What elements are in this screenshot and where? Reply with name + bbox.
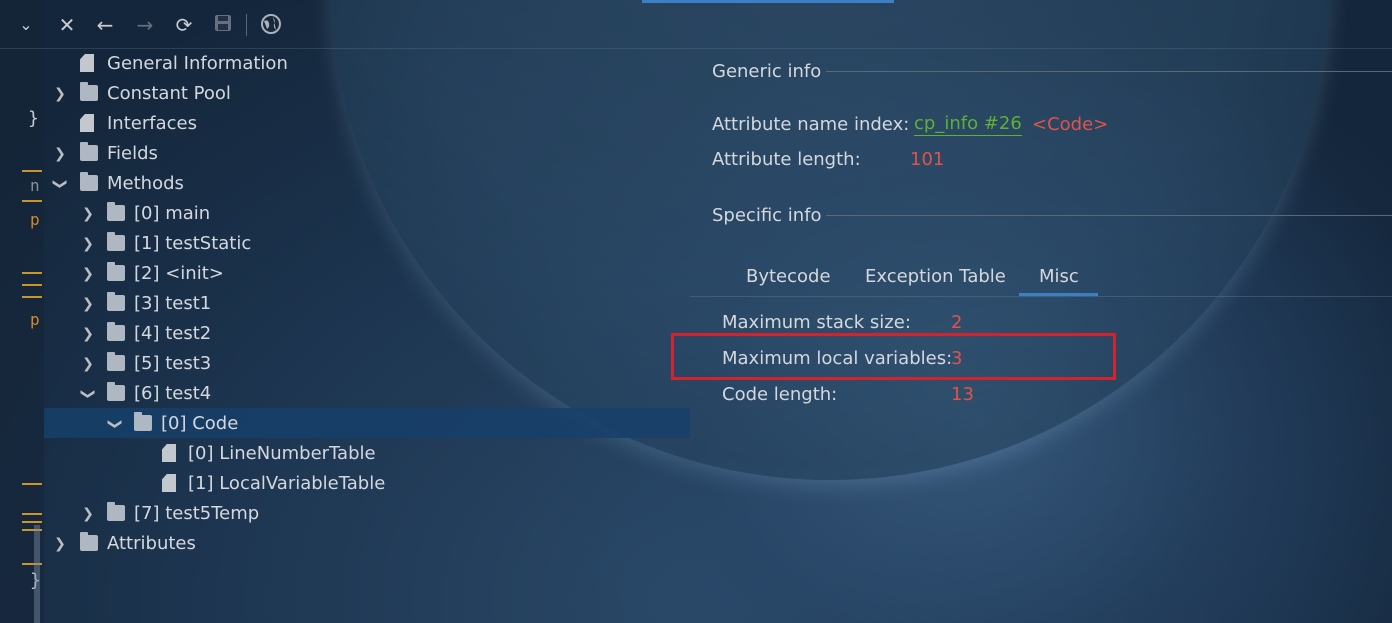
file-icon	[162, 474, 176, 492]
chevron-right-icon[interactable]: ❯	[80, 319, 96, 349]
gutter-marker	[22, 200, 42, 202]
gutter-letter: n	[30, 176, 40, 195]
gutter-marker	[22, 272, 42, 274]
code-length-label: Code length:	[722, 384, 838, 405]
tree-item-label: [4] test2	[134, 323, 212, 344]
class-structure-tree: General Information ❯ Constant Pool Inte…	[44, 48, 690, 623]
tabs-border	[690, 296, 1392, 297]
tree-item-label: Interfaces	[107, 113, 197, 134]
chevron-right-icon[interactable]: ❯	[80, 349, 96, 379]
generic-info-title: Generic info	[712, 61, 822, 82]
gutter-scrollbar[interactable]	[34, 525, 40, 623]
refresh-icon[interactable]: ⟳	[172, 13, 196, 37]
folder-icon	[107, 502, 125, 521]
chevron-right-icon[interactable]: ❯	[52, 79, 68, 109]
tree-item-label: [2] <init>	[134, 263, 224, 284]
folder-icon	[107, 232, 125, 251]
gutter-marker	[22, 521, 42, 523]
chevron-right-icon[interactable]: ❯	[80, 259, 96, 289]
attr-name-index-label: Attribute name index:	[712, 114, 910, 135]
tab-misc[interactable]: Misc	[1039, 266, 1079, 287]
brace-mark: }	[28, 108, 39, 129]
tree-item-label: Methods	[107, 173, 184, 194]
editor-gutter: } n p p }	[0, 0, 44, 623]
forward-arrow-icon[interactable]: →	[133, 13, 157, 37]
chevron-right-icon[interactable]: ❯	[52, 529, 68, 559]
chevron-right-icon[interactable]: ❯	[80, 229, 96, 259]
max-stack-value: 2	[951, 312, 963, 333]
folder-icon	[107, 352, 125, 371]
chevron-right-icon[interactable]: ❯	[80, 499, 96, 529]
tree-item-label: [5] test3	[134, 353, 212, 374]
gutter-marker	[22, 284, 42, 286]
chevron-right-icon[interactable]: ❯	[80, 199, 96, 229]
tree-item-label: [1] LocalVariableTable	[188, 473, 386, 494]
tree-item-label: [6] test4	[134, 383, 212, 404]
attr-length-value: 101	[910, 149, 945, 170]
toolbar: ⌄ ✕ ← → ⟳	[0, 0, 1392, 49]
chevron-down-icon[interactable]: ❯	[100, 416, 130, 432]
toolbar-separator	[246, 14, 247, 36]
folder-icon	[134, 412, 152, 431]
gutter-marker	[22, 170, 42, 172]
chevron-right-icon[interactable]: ❯	[52, 139, 68, 169]
attr-length-label: Attribute length:	[712, 149, 861, 170]
folder-icon	[107, 382, 125, 401]
max-locals-label: Maximum local variables:	[722, 348, 953, 369]
folder-icon	[80, 172, 98, 191]
tree-item-label: [1] testStatic	[134, 233, 252, 254]
gutter-marker	[22, 296, 42, 298]
section-divider	[826, 71, 1392, 72]
gutter-marker	[22, 513, 42, 515]
chevron-down-icon[interactable]: ❯	[45, 176, 75, 192]
globe-icon[interactable]	[259, 13, 283, 37]
tree-item-label: [7] test5Temp	[134, 503, 260, 524]
tree-item-label: Constant Pool	[107, 83, 231, 104]
max-locals-value: 3	[951, 348, 963, 369]
folder-icon	[80, 532, 98, 551]
tree-item-label: General Information	[107, 53, 288, 74]
active-tab-indicator	[642, 0, 894, 3]
tree-item-label: [0] Code	[161, 413, 239, 434]
chevron-right-icon[interactable]: ❯	[80, 289, 96, 319]
tree-item-label: Attributes	[107, 533, 196, 554]
chevron-down-icon[interactable]: ❯	[73, 386, 103, 402]
attr-name-index-value: <Code>	[1032, 114, 1109, 135]
file-icon	[80, 114, 94, 132]
chevron-down-icon[interactable]: ⌄	[14, 13, 38, 37]
tab-bytecode[interactable]: Bytecode	[746, 266, 831, 287]
folder-icon	[107, 292, 125, 311]
save-icon[interactable]	[211, 13, 235, 37]
close-icon[interactable]: ✕	[55, 13, 79, 37]
folder-icon	[107, 202, 125, 221]
folder-icon	[107, 262, 125, 281]
max-stack-label: Maximum stack size:	[722, 312, 911, 333]
gutter-letter: p	[30, 210, 40, 229]
back-arrow-icon[interactable]: ←	[93, 13, 117, 37]
folder-icon	[80, 82, 98, 101]
tree-item-label: [3] test1	[134, 293, 212, 314]
file-icon	[162, 444, 176, 462]
cp-info-link[interactable]: cp_info #26	[914, 113, 1022, 136]
specific-info-title: Specific info	[712, 205, 822, 226]
folder-icon	[107, 322, 125, 341]
tree-item-label: [0] main	[134, 203, 211, 224]
tree-item-label: [0] LineNumberTable	[188, 443, 376, 464]
tab-exception-table[interactable]: Exception Table	[865, 266, 1006, 287]
folder-icon	[80, 142, 98, 161]
section-divider	[826, 215, 1392, 216]
file-icon	[80, 54, 94, 72]
tree-item-label: Fields	[107, 143, 158, 164]
gutter-marker	[22, 483, 42, 485]
gutter-letter: p	[30, 310, 40, 329]
code-length-value: 13	[951, 384, 974, 405]
